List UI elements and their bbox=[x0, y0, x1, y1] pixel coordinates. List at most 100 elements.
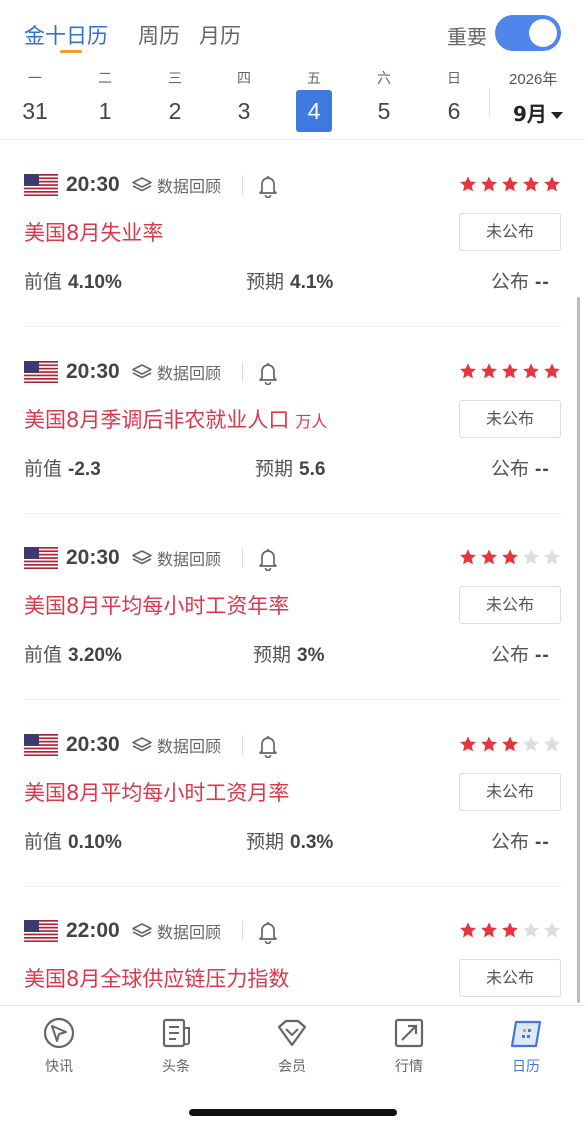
day-item[interactable]: 二 1 bbox=[85, 64, 125, 134]
event-title[interactable]: 美国8月平均每小时工资年率 bbox=[24, 590, 289, 620]
event-card[interactable]: 20:30 数据回顾 美国8月平均每小时工资月率 未公布 前值 0.10% 预期 0… bbox=[0, 701, 585, 887]
month-picker[interactable]: 9月 bbox=[513, 98, 563, 127]
tab-week-calendar[interactable]: 周历 bbox=[138, 20, 180, 50]
forecast-number: 5.6 bbox=[299, 458, 326, 480]
status-button[interactable]: 未公布 bbox=[459, 586, 561, 624]
star-icon bbox=[502, 549, 518, 565]
forecast-value: 预期 5.6 bbox=[255, 454, 325, 481]
layers-icon bbox=[132, 736, 152, 751]
us-flag-icon bbox=[24, 733, 58, 756]
layers-icon bbox=[132, 550, 152, 565]
divider bbox=[242, 175, 243, 195]
event-card[interactable]: 22:00 数据回顾 美国8月全球供应链压力指数 未公布 bbox=[0, 887, 585, 1005]
event-title[interactable]: 美国8月季调后非农就业人口 万人 bbox=[24, 404, 327, 434]
data-review-label: 数据回顾 bbox=[157, 736, 222, 756]
nav-label: 会员 bbox=[278, 1059, 306, 1075]
forecast-label: 预期 bbox=[246, 271, 285, 293]
nav-item-flash-news[interactable]: 快讯 bbox=[19, 1006, 99, 1091]
month-label: 9月 bbox=[513, 102, 547, 126]
status-button[interactable]: 未公布 bbox=[459, 772, 561, 811]
data-review-label: 数据回顾 bbox=[157, 363, 222, 383]
event-time: 20:30 bbox=[66, 173, 120, 196]
forecast-value: 预期 3% bbox=[253, 640, 324, 667]
scrollbar[interactable] bbox=[577, 297, 580, 1003]
event-title[interactable]: 美国8月全球供应链压力指数 bbox=[24, 963, 289, 993]
bell-icon[interactable] bbox=[257, 174, 279, 198]
importance-stars bbox=[459, 362, 561, 380]
nav-item-headline[interactable]: 头条 bbox=[136, 1006, 216, 1091]
bell-icon[interactable] bbox=[257, 361, 279, 385]
event-title[interactable]: 美国8月失业率 bbox=[24, 217, 163, 247]
status-button[interactable]: 未公布 bbox=[459, 959, 561, 997]
event-list[interactable]: 20:30 数据回顾 美国8月失业率 未公布 前值 4.10% 预期 4.1% 公布… bbox=[0, 141, 585, 1005]
forecast-number: 4.1% bbox=[290, 272, 334, 293]
data-review-button[interactable]: 数据回顾 bbox=[131, 174, 221, 196]
date-number: 5 bbox=[377, 98, 391, 124]
star-icon bbox=[523, 735, 539, 751]
star-icon bbox=[460, 176, 476, 192]
star-icon bbox=[544, 549, 560, 565]
data-review-button[interactable]: 数据回顾 bbox=[131, 361, 221, 383]
previous-number: 0.10% bbox=[68, 831, 122, 853]
day-item[interactable]: 六 5 bbox=[364, 64, 404, 134]
weekday-label: 四 bbox=[237, 71, 251, 87]
divider bbox=[242, 734, 243, 755]
day-item[interactable]: 四 3 bbox=[224, 64, 264, 134]
star-icon bbox=[544, 362, 560, 378]
market-chart-icon bbox=[394, 1018, 424, 1048]
nav-label: 日历 bbox=[512, 1059, 540, 1075]
nav-item-vip[interactable]: 会员 bbox=[252, 1006, 332, 1091]
bell-icon[interactable] bbox=[257, 920, 279, 944]
forecast-value: 预期 4.1% bbox=[246, 267, 333, 294]
actual-value: 公布 -- bbox=[491, 267, 550, 294]
star-icon bbox=[460, 922, 476, 938]
importance-stars bbox=[459, 735, 561, 753]
event-title[interactable]: 美国8月平均每小时工资月率 bbox=[24, 777, 289, 807]
actual-number: -- bbox=[535, 645, 550, 666]
vip-diamond-icon bbox=[277, 1019, 307, 1047]
day-item-selected[interactable]: 五 4 bbox=[294, 64, 334, 134]
nav-item-market[interactable]: 行情 bbox=[369, 1006, 449, 1091]
star-icon bbox=[481, 176, 497, 192]
status-button[interactable]: 未公布 bbox=[459, 399, 561, 438]
tab-jin10-calendar[interactable]: 金十日历 bbox=[24, 20, 108, 50]
event-card[interactable]: 20:30 数据回顾 美国8月失业率 未公布 前值 4.10% 预期 4.1% 公布… bbox=[0, 141, 585, 327]
bottom-nav: 快讯 头条 会员 行情 日历 bbox=[0, 1005, 585, 1090]
event-card[interactable]: 20:30 数据回顾 美国8月季调后非农就业人口 万人 未公布 前值 -2.3 预期… bbox=[0, 328, 585, 514]
weekday-label: 五 bbox=[307, 71, 321, 87]
us-flag-icon bbox=[24, 174, 58, 196]
toggle-knob bbox=[529, 19, 557, 47]
previous-label: 前值 bbox=[24, 271, 63, 293]
nav-item-calendar[interactable]: 日历 bbox=[486, 1006, 566, 1091]
date-number: 6 bbox=[447, 98, 461, 124]
tab-month-calendar[interactable]: 月历 bbox=[199, 20, 241, 50]
data-review-button[interactable]: 数据回顾 bbox=[131, 734, 221, 756]
data-review-button[interactable]: 数据回顾 bbox=[131, 920, 221, 942]
day-item[interactable]: 一 31 bbox=[15, 64, 55, 134]
day-item[interactable]: 日 6 bbox=[434, 64, 474, 134]
forecast-label: 预期 bbox=[246, 830, 285, 853]
divider bbox=[242, 548, 243, 568]
weekday-label: 六 bbox=[377, 71, 391, 87]
data-review-button[interactable]: 数据回顾 bbox=[131, 547, 221, 569]
important-toggle[interactable] bbox=[495, 15, 561, 51]
actual-value: 公布 -- bbox=[491, 827, 550, 854]
us-flag-icon bbox=[24, 547, 58, 569]
status-button[interactable]: 未公布 bbox=[459, 213, 561, 251]
bell-icon[interactable] bbox=[257, 547, 279, 571]
star-icon bbox=[502, 922, 518, 938]
previous-label: 前值 bbox=[24, 830, 63, 853]
importance-stars bbox=[459, 548, 561, 566]
previous-number: -2.3 bbox=[68, 458, 101, 480]
bell-icon[interactable] bbox=[257, 734, 279, 758]
day-item[interactable]: 三 2 bbox=[155, 64, 195, 134]
actual-label: 公布 bbox=[491, 830, 530, 853]
event-card[interactable]: 20:30 数据回顾 美国8月平均每小时工资年率 未公布 前值 3.20% 预期 3… bbox=[0, 514, 585, 700]
us-flag-icon bbox=[24, 360, 58, 383]
star-icon bbox=[523, 176, 539, 192]
star-icon bbox=[523, 922, 539, 938]
actual-number: -- bbox=[535, 272, 550, 293]
event-title-text: 美国8月失业率 bbox=[24, 221, 164, 245]
date-number: 4 bbox=[307, 98, 321, 124]
event-title-text: 美国8月季调后非农就业人口 bbox=[24, 407, 290, 432]
